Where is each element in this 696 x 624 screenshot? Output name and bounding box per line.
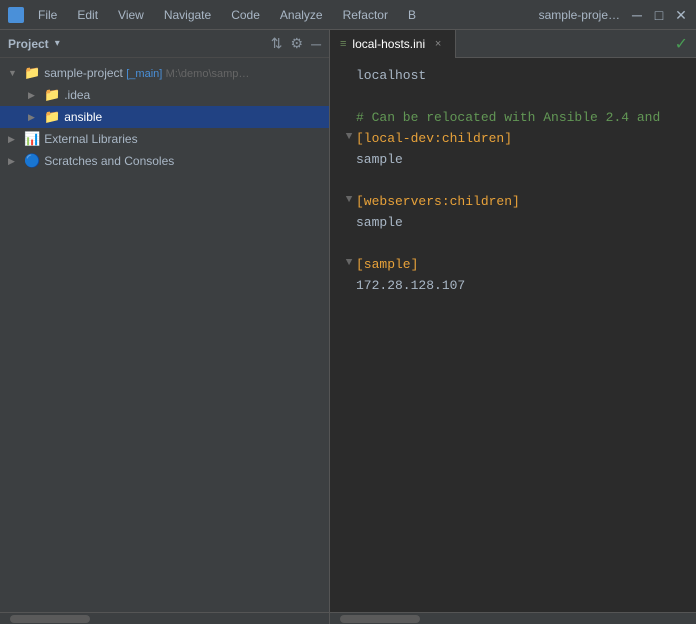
fold-icon [342, 108, 356, 126]
window-title: sample-proje… [539, 8, 620, 22]
external-libs-icon: 📊 [24, 131, 40, 147]
code-section: [webservers:children] [356, 192, 520, 213]
sidebar-hide-icon[interactable]: ─ [311, 36, 321, 52]
close-button[interactable]: ✕ [674, 8, 688, 22]
code-line: localhost [342, 66, 688, 87]
project-name-label: sample-project [44, 66, 123, 80]
sidebar-scrollbar[interactable] [0, 612, 330, 624]
maximize-button[interactable]: □ [652, 8, 666, 22]
sidebar-header: Project ▾ ⇅ ⚙ ─ [0, 30, 329, 58]
path-hint: M:\demo\samp… [166, 68, 250, 80]
code-editor[interactable]: localhost # Can be relocated with Ansibl… [330, 58, 696, 612]
code-text: sample [356, 213, 403, 234]
sidebar-settings-icon[interactable]: ⚙ [291, 35, 304, 52]
tree-expand-icon: ▶ [28, 90, 40, 101]
code-text [356, 87, 364, 108]
sidebar-title: Project [8, 37, 49, 51]
code-line [342, 234, 688, 255]
code-line [342, 171, 688, 192]
tree-expand-icon: ▼ [8, 68, 20, 78]
sidebar-scroll-thumb[interactable] [10, 615, 90, 623]
tree-item-label: ansible [64, 110, 329, 124]
editor-scroll-thumb[interactable] [340, 615, 420, 623]
tree-expand-icon: ▶ [28, 112, 40, 123]
code-text: 172.28.128.107 [356, 276, 465, 297]
editor-area: ≡ local-hosts.ini × ✓ localhost [330, 30, 696, 612]
sidebar-item-sample-project[interactable]: ▼ 📁 sample-project [_main] M:\demo\samp… [0, 62, 329, 84]
sidebar-item-external-libraries[interactable]: ▶ 📊 External Libraries [0, 128, 329, 150]
editor-scrollbar[interactable] [330, 612, 696, 624]
menu-b[interactable]: B [404, 6, 420, 24]
code-comment: # Can be relocated with Ansible 2.4 and [356, 108, 660, 129]
sidebar-item-scratches[interactable]: ▶ 🔵 Scratches and Consoles [0, 150, 329, 172]
folder-icon: 📁 [44, 87, 60, 103]
code-text [356, 171, 364, 192]
sidebar-header-right: ⇅ ⚙ ─ [271, 35, 321, 52]
tree-expand-icon: ▶ [8, 156, 20, 167]
app-icon [8, 7, 24, 23]
menu-code[interactable]: Code [227, 6, 264, 24]
fold-icon [342, 234, 356, 252]
code-text: sample [356, 150, 403, 171]
menu-analyze[interactable]: Analyze [276, 6, 327, 24]
tab-label: local-hosts.ini [352, 37, 425, 51]
bottom-row [0, 612, 696, 624]
folder-icon: 📁 [44, 109, 60, 125]
code-line: # Can be relocated with Ansible 2.4 and [342, 108, 688, 129]
menu-edit[interactable]: Edit [73, 6, 102, 24]
fold-icon [342, 171, 356, 189]
minimize-button[interactable]: ─ [630, 8, 644, 22]
sidebar-chevron-icon[interactable]: ▾ [55, 38, 60, 49]
code-line: sample [342, 213, 688, 234]
menu-refactor[interactable]: Refactor [339, 6, 392, 24]
sidebar-item-ansible[interactable]: ▶ 📁 ansible [0, 106, 329, 128]
fold-icon[interactable]: ▼ [342, 192, 356, 210]
sidebar-collapse-icon[interactable]: ⇅ [271, 35, 283, 52]
status-check-icon: ✓ [675, 34, 696, 54]
menu-file[interactable]: File [34, 6, 61, 24]
content-area: Project ▾ ⇅ ⚙ ─ ▼ 📁 sample-project [_mai… [0, 30, 696, 612]
tree-item-label: .idea [64, 88, 329, 102]
menu-view[interactable]: View [114, 6, 148, 24]
menu-bar: File Edit View Navigate Code Analyze Ref… [34, 6, 529, 24]
tree-expand-icon: ▶ [8, 134, 20, 145]
code-section: [sample] [356, 255, 418, 276]
code-line: 172.28.128.107 [342, 276, 688, 297]
tree-item-label: External Libraries [44, 132, 329, 146]
tree-item-label: Scratches and Consoles [44, 154, 329, 168]
editor-tabs: ≡ local-hosts.ini × ✓ [330, 30, 696, 58]
window-controls: ─ □ ✕ [630, 8, 688, 22]
tab-close-button[interactable]: × [431, 37, 445, 51]
fold-icon[interactable]: ▼ [342, 129, 356, 147]
sidebar-tree: ▼ 📁 sample-project [_main] M:\demo\samp…… [0, 58, 329, 612]
sidebar: Project ▾ ⇅ ⚙ ─ ▼ 📁 sample-project [_mai… [0, 30, 330, 612]
code-section: [local-dev:children] [356, 129, 512, 150]
tab-file-icon: ≡ [340, 38, 346, 50]
fold-icon [342, 150, 356, 168]
fold-icon [342, 87, 356, 105]
fold-icon [342, 66, 356, 84]
folder-icon: 📁 [24, 65, 40, 81]
fold-icon [342, 276, 356, 294]
code-line: ▼ [sample] [342, 255, 688, 276]
code-line: ▼ [local-dev:children] [342, 129, 688, 150]
code-text [356, 234, 364, 255]
scratches-icon: 🔵 [24, 153, 40, 169]
fold-icon [342, 213, 356, 231]
editor-tab-local-hosts[interactable]: ≡ local-hosts.ini × [330, 30, 456, 58]
main-layout: Project ▾ ⇅ ⚙ ─ ▼ 📁 sample-project [_mai… [0, 30, 696, 624]
branch-tag: [_main] [126, 68, 162, 80]
sidebar-header-left: Project ▾ [8, 37, 60, 51]
title-bar: File Edit View Navigate Code Analyze Ref… [0, 0, 696, 30]
code-line [342, 87, 688, 108]
code-text: localhost [356, 66, 426, 87]
code-line: sample [342, 150, 688, 171]
sidebar-item-idea[interactable]: ▶ 📁 .idea [0, 84, 329, 106]
tree-item-label: sample-project [_main] M:\demo\samp… [44, 66, 329, 80]
fold-icon[interactable]: ▼ [342, 255, 356, 273]
menu-navigate[interactable]: Navigate [160, 6, 215, 24]
code-line: ▼ [webservers:children] [342, 192, 688, 213]
